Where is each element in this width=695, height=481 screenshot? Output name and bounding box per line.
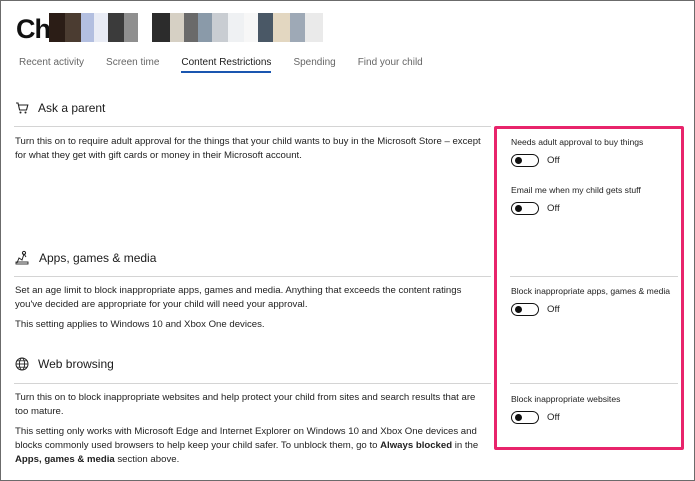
cart-icon xyxy=(16,102,29,114)
page-title: Ch xyxy=(16,14,51,44)
section-ask-parent-header: Ask a parent xyxy=(15,101,105,115)
apps-games-media-text: Apps, games & media xyxy=(15,454,115,465)
ask-parent-description-text: Turn this on to require adult approval f… xyxy=(15,136,481,161)
apps-description: Set an age limit to block inappropriate … xyxy=(15,284,485,338)
tab-screen-time[interactable]: Screen time xyxy=(106,57,159,73)
divider xyxy=(14,383,491,384)
apps-description-devices: This setting applies to Windows 10 and X… xyxy=(15,319,265,330)
globe-icon xyxy=(15,357,29,371)
divider xyxy=(14,126,491,127)
tab-recent-activity[interactable]: Recent activity xyxy=(19,57,84,73)
page-title-row: Ch xyxy=(16,10,51,44)
always-blocked-text: Always blocked xyxy=(380,440,453,451)
web-description-text: Turn this on to block inappropriate webs… xyxy=(15,392,476,417)
highlight-box xyxy=(494,126,684,450)
apps-description-text: Set an age limit to block inappropriate … xyxy=(15,285,462,310)
section-web-header: Web browsing xyxy=(15,357,114,371)
divider xyxy=(14,276,491,277)
section-apps-header: Apps, games & media xyxy=(15,250,156,265)
section-web-title: Web browsing xyxy=(38,357,114,371)
web-description: Turn this on to block inappropriate webs… xyxy=(15,391,485,473)
tab-bar: Recent activity Screen time Content Rest… xyxy=(19,57,445,73)
tab-spending[interactable]: Spending xyxy=(293,57,335,73)
web-description-browsers: This setting only works with Microsoft E… xyxy=(15,426,479,465)
apps-media-icon xyxy=(15,250,29,265)
section-apps-title: Apps, games & media xyxy=(39,250,157,265)
ask-parent-description: Turn this on to require adult approval f… xyxy=(15,135,485,169)
tab-find-your-child[interactable]: Find your child xyxy=(358,57,423,73)
section-ask-parent-title: Ask a parent xyxy=(38,101,106,115)
tab-content-restrictions[interactable]: Content Restrictions xyxy=(181,57,272,73)
